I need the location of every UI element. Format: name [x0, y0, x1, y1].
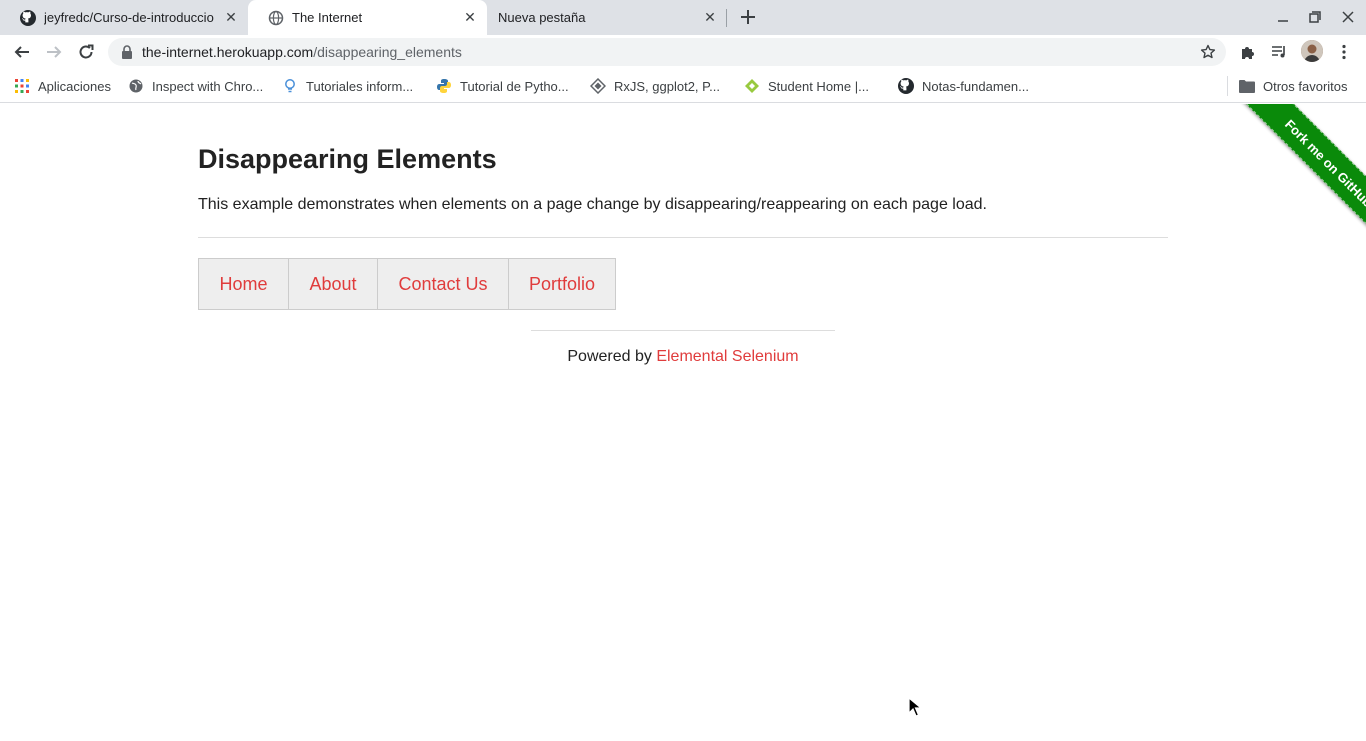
new-tab-button[interactable] [736, 5, 760, 29]
page-description: This example demonstrates when elements … [198, 196, 987, 213]
restore-button[interactable] [1303, 5, 1327, 29]
playlist-icon [1272, 46, 1285, 58]
close-icon[interactable]: ✕ [701, 9, 719, 27]
browser-toolbar: the-internet.herokuapp.com/disappearing_… [0, 35, 1366, 69]
plus-icon [741, 10, 755, 24]
back-arrow-icon [14, 46, 29, 58]
reload-icon [79, 44, 94, 59]
back-button[interactable] [10, 40, 34, 64]
bookmark-notas[interactable]: Notas-fundamen... [898, 77, 1029, 95]
close-icon[interactable]: ✕ [461, 9, 479, 27]
menu-button[interactable] [1332, 40, 1356, 64]
tab-the-internet[interactable]: The Internet ✕ [248, 0, 487, 35]
menu-item-about[interactable]: About [288, 258, 378, 310]
minimize-button[interactable] [1271, 5, 1295, 29]
lock-icon[interactable] [121, 45, 133, 59]
tab-strip: jeyfredc/Curso-de-introduccio ✕ The Inte… [0, 0, 1366, 35]
close-window-button[interactable] [1336, 5, 1360, 29]
url-path: /disappearing_elements [313, 44, 462, 60]
footer-divider [531, 330, 835, 331]
url-text[interactable]: the-internet.herokuapp.com/disappearing_… [142, 44, 462, 60]
bookmarks-separator [1227, 76, 1228, 96]
bookmark-label: Aplicaciones [38, 78, 111, 94]
bookmark-other-favorites[interactable]: Otros favoritos [1239, 77, 1348, 95]
tab-new-tab[interactable]: Nueva pestaña ✕ [487, 0, 727, 35]
bookmark-tutoriales[interactable]: Tutoriales inform... [282, 77, 413, 95]
bookmark-apps[interactable]: Aplicaciones [14, 77, 111, 95]
python-icon [436, 78, 452, 94]
bookmark-label: Notas-fundamen... [922, 78, 1029, 94]
bookmark-label: Student Home |... [768, 78, 869, 94]
globe-icon [128, 78, 144, 94]
page-title: Disappearing Elements [198, 144, 497, 174]
divider [198, 237, 1168, 238]
menu-item-home[interactable]: Home [198, 258, 289, 310]
page-content: Disappearing Elements This example demon… [0, 104, 1366, 741]
reload-button[interactable] [74, 40, 98, 64]
apps-grid-icon [14, 78, 30, 94]
fork-ribbon-label[interactable]: Fork me on GitHub [1239, 104, 1366, 253]
bookmark-rxjs[interactable]: RxJS, ggplot2, P... [590, 77, 720, 95]
mouse-cursor-icon [908, 697, 922, 717]
menu-item-portfolio[interactable]: Portfolio [508, 258, 616, 310]
footer-link[interactable]: Elemental Selenium [656, 348, 798, 365]
menu-item-contact-us[interactable]: Contact Us [377, 258, 509, 310]
bookmark-student-home[interactable]: Student Home |... [744, 77, 869, 95]
bookmark-label: RxJS, ggplot2, P... [614, 78, 720, 94]
profile-avatar[interactable] [1301, 40, 1323, 62]
student-diamond-icon [744, 78, 760, 94]
folder-icon [1239, 78, 1255, 94]
kebab-menu-icon [1342, 44, 1346, 60]
bookmark-label: Tutoriales inform... [306, 78, 414, 94]
close-icon[interactable]: ✕ [222, 9, 240, 27]
address-bar[interactable]: the-internet.herokuapp.com/disappearing_… [108, 38, 1226, 66]
puzzle-icon [1242, 47, 1254, 59]
bookmark-inspect[interactable]: Inspect with Chro... [128, 77, 263, 95]
forward-arrow-icon [47, 46, 62, 58]
bookmark-label: Otros favoritos [1263, 78, 1348, 94]
tab-separator [726, 9, 727, 27]
bookmarks-bar: Aplicaciones Inspect with Chro... Tutori… [0, 69, 1366, 103]
nav-menu: Home About Contact Us Portfolio [198, 258, 616, 310]
tab-title: Nueva pestaña [498, 10, 586, 25]
tab-title: jeyfredc/Curso-de-introduccio [44, 10, 214, 25]
diamond-icon [590, 78, 606, 94]
forward-button[interactable] [42, 40, 66, 64]
bookmark-label: Tutorial de Pytho... [460, 78, 569, 94]
globe-icon [268, 10, 284, 26]
github-icon [898, 78, 914, 94]
tab-github[interactable]: jeyfredc/Curso-de-introduccio ✕ [0, 0, 248, 35]
page-footer: Powered by Elemental Selenium [0, 348, 1366, 366]
extensions-button[interactable] [1236, 40, 1260, 64]
bookmark-star-icon[interactable] [1200, 44, 1216, 60]
fork-ribbon[interactable]: Fork me on GitHub [1216, 104, 1366, 254]
bookmark-python[interactable]: Tutorial de Pytho... [436, 77, 569, 95]
lightbulb-icon [282, 78, 298, 94]
bookmark-label: Inspect with Chro... [152, 78, 264, 94]
url-host: the-internet.herokuapp.com [142, 44, 314, 60]
footer-text: Powered by [567, 348, 657, 365]
tab-title: The Internet [292, 10, 363, 25]
github-icon [20, 9, 36, 26]
media-control-button[interactable] [1267, 40, 1291, 64]
